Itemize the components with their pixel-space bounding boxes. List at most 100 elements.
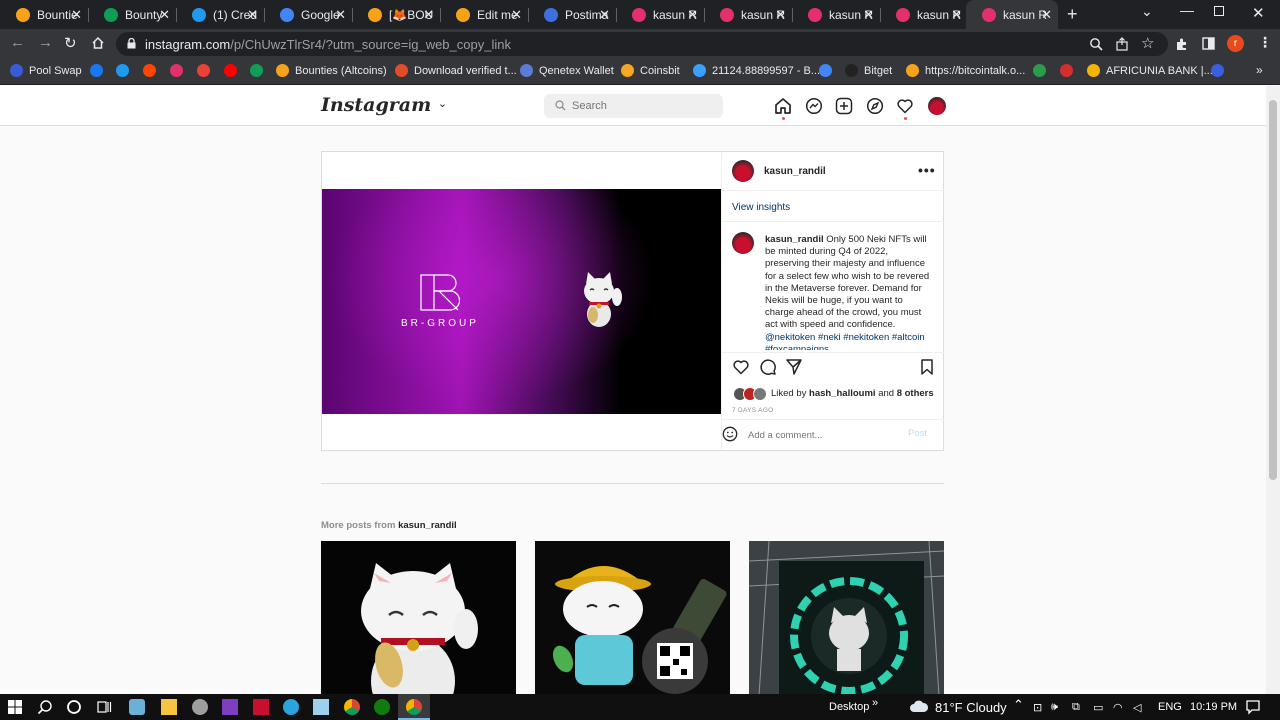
side-panel-icon[interactable] bbox=[1202, 37, 1215, 50]
caption-username[interactable]: kasun_randil bbox=[765, 234, 824, 245]
caption-hashtags[interactable]: @nekitoken #neki #nekitoken #altcoin #fo… bbox=[765, 332, 925, 350]
tray-chevron-up-icon[interactable]: ⌃ bbox=[1013, 697, 1024, 713]
author-username[interactable]: kasun_randil bbox=[764, 166, 826, 177]
browser-tab[interactable]: kasun R ✕ bbox=[704, 0, 792, 29]
close-tab-icon[interactable]: ✕ bbox=[1041, 7, 1052, 23]
like-heart-icon[interactable] bbox=[732, 358, 750, 376]
close-tab-icon[interactable]: ✕ bbox=[247, 7, 258, 23]
task-view-icon[interactable] bbox=[96, 699, 112, 715]
bookmark-item[interactable] bbox=[143, 64, 162, 77]
cloud-weather-icon[interactable] bbox=[909, 699, 929, 715]
tab-search-chevron-icon[interactable]: ⌄ bbox=[1141, 3, 1153, 20]
desktop-toolbar-chevron[interactable]: » bbox=[872, 697, 878, 709]
more-post-thumbnail[interactable] bbox=[535, 541, 730, 694]
chrome-active-icon[interactable] bbox=[406, 699, 422, 715]
bookmark-item[interactable]: Coinsbit bbox=[621, 64, 680, 77]
windows-start-icon[interactable] bbox=[7, 699, 23, 715]
browser-tab[interactable]: kasun R ✕ bbox=[616, 0, 704, 29]
bookmark-item[interactable]: Bounties (Altcoins) bbox=[276, 64, 387, 77]
volume-icon[interactable]: 🕪 bbox=[1051, 701, 1058, 714]
home-icon[interactable] bbox=[774, 97, 792, 115]
lock-icon[interactable] bbox=[127, 38, 136, 49]
explore-icon[interactable] bbox=[866, 97, 884, 115]
taskbar-app-icon[interactable] bbox=[129, 699, 145, 715]
bookmark-item[interactable] bbox=[116, 64, 135, 77]
save-bookmark-icon[interactable] bbox=[918, 358, 936, 376]
desktop-toolbar-label[interactable]: Desktop bbox=[829, 701, 869, 713]
search-box[interactable] bbox=[544, 94, 723, 118]
speaker-icon[interactable]: ◁ bbox=[1133, 701, 1141, 714]
close-tab-icon[interactable]: ✕ bbox=[71, 7, 82, 23]
more-post-thumbnail[interactable] bbox=[321, 541, 516, 694]
emoji-icon[interactable] bbox=[722, 426, 738, 442]
post-image[interactable]: BR-GROUP bbox=[322, 189, 721, 414]
close-tab-icon[interactable]: ✕ bbox=[423, 7, 434, 23]
chrome-menu-icon[interactable]: ⋮ bbox=[1258, 34, 1272, 51]
bookmark-item[interactable] bbox=[1033, 64, 1052, 77]
xbox-icon[interactable] bbox=[374, 699, 390, 715]
caption-avatar[interactable] bbox=[732, 232, 754, 254]
share-paper-plane-icon[interactable] bbox=[785, 358, 803, 376]
activity-heart-icon[interactable] bbox=[896, 97, 914, 115]
file-explorer-icon[interactable] bbox=[161, 699, 177, 715]
bookmark-item[interactable]: 21124.88899597 - B... bbox=[693, 64, 820, 77]
bookmark-item[interactable] bbox=[250, 64, 269, 77]
telegram-icon[interactable] bbox=[283, 699, 299, 715]
more-posts-username[interactable]: kasun_randil bbox=[398, 520, 457, 531]
bookmark-star-icon[interactable]: ☆ bbox=[1141, 34, 1154, 52]
reload-icon[interactable]: ↻ bbox=[64, 34, 77, 52]
browser-tab[interactable]: Bountie ✕ bbox=[0, 0, 88, 29]
close-tab-icon[interactable]: ✕ bbox=[159, 7, 170, 23]
taskbar-app-icon[interactable] bbox=[253, 699, 269, 715]
browser-tab[interactable]: kasun R ✕ bbox=[880, 0, 968, 29]
close-tab-icon[interactable]: ✕ bbox=[687, 7, 698, 23]
view-insights-link[interactable]: View insights bbox=[732, 202, 790, 213]
browser-tab[interactable]: kasun R ✕ bbox=[792, 0, 880, 29]
browser-tab[interactable]: [🦊BOU ✕ bbox=[352, 0, 440, 29]
post-comment-button[interactable]: Post bbox=[908, 428, 927, 439]
taskbar-app-icon[interactable] bbox=[192, 699, 208, 715]
author-avatar[interactable] bbox=[732, 160, 754, 182]
instagram-logo[interactable]: Instagram ⌄ bbox=[321, 94, 447, 116]
browser-tab[interactable]: (1) Cred ✕ bbox=[176, 0, 264, 29]
account-switch-chevron-icon[interactable]: ⌄ bbox=[438, 97, 447, 110]
bookmark-item[interactable] bbox=[170, 64, 189, 77]
language-indicator[interactable]: ENG bbox=[1158, 701, 1182, 713]
bookmark-item[interactable]: https://bitcointalk.o... bbox=[906, 64, 1025, 77]
browser-tab[interactable]: Postima ✕ bbox=[528, 0, 616, 29]
share-icon[interactable] bbox=[1115, 37, 1129, 51]
close-window-button[interactable]: ✕ bbox=[1252, 4, 1265, 22]
liked-by-user-link[interactable]: hash_halloumi bbox=[809, 388, 876, 399]
back-arrow-icon[interactable]: ← bbox=[10, 34, 25, 51]
liker-avatars[interactable] bbox=[733, 387, 769, 401]
more-options-icon[interactable]: ••• bbox=[918, 162, 936, 178]
liked-others-link[interactable]: 8 others bbox=[897, 388, 934, 399]
taskbar-app-icon[interactable] bbox=[313, 699, 329, 715]
minimize-button[interactable]: — bbox=[1180, 2, 1194, 18]
url-text[interactable]: instagram.com/p/ChUwzTlrSr4/?utm_source=… bbox=[145, 37, 511, 52]
comment-icon[interactable] bbox=[759, 358, 777, 376]
network-icon[interactable]: ⊡ bbox=[1033, 701, 1042, 714]
browser-tab[interactable]: Google ✕ bbox=[264, 0, 352, 29]
close-tab-icon[interactable]: ✕ bbox=[863, 7, 874, 23]
bookmarks-overflow-button[interactable]: » bbox=[1256, 63, 1263, 77]
forward-arrow-icon[interactable]: → bbox=[38, 34, 53, 51]
close-tab-icon[interactable]: ✕ bbox=[511, 7, 522, 23]
close-tab-icon[interactable]: ✕ bbox=[775, 7, 786, 23]
bookmark-item[interactable] bbox=[90, 64, 109, 77]
notifications-icon[interactable] bbox=[1245, 699, 1261, 715]
clock[interactable]: 10:19 PM bbox=[1190, 701, 1237, 713]
taskbar-app-icon[interactable] bbox=[222, 699, 238, 715]
profile-avatar[interactable]: r bbox=[1227, 35, 1244, 52]
new-tab-button[interactable]: + bbox=[1067, 4, 1078, 25]
close-tab-icon[interactable]: ✕ bbox=[951, 7, 962, 23]
bookmark-item[interactable]: Bitget bbox=[845, 64, 892, 77]
page-scrollbar[interactable] bbox=[1266, 86, 1280, 694]
new-post-icon[interactable] bbox=[835, 97, 853, 115]
restore-button[interactable] bbox=[1214, 6, 1224, 16]
cortana-icon[interactable] bbox=[66, 699, 82, 715]
chrome-icon[interactable] bbox=[344, 699, 360, 715]
address-bar[interactable]: instagram.com/p/ChUwzTlrSr4/?utm_source=… bbox=[116, 32, 1168, 56]
close-tab-icon[interactable]: ✕ bbox=[599, 7, 610, 23]
browser-tab[interactable]: Bounty ✕ bbox=[88, 0, 176, 29]
